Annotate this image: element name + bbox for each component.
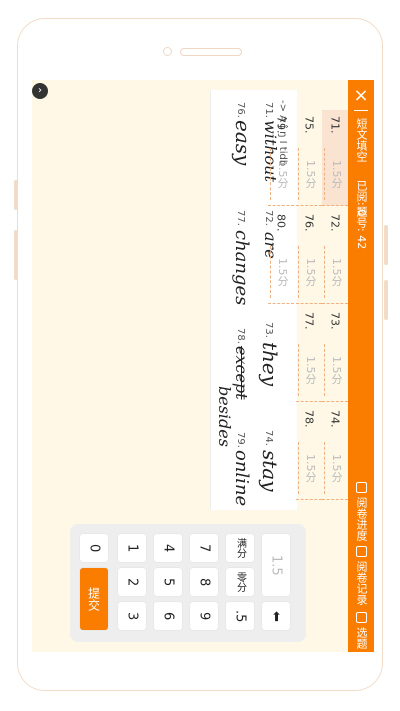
grid-cell-75[interactable]: 75. 1.5分 [296,110,322,206]
answer-73: they [258,342,282,387]
grid-cell-number: 75. [302,116,316,134]
key-9[interactable]: 9 [190,602,218,630]
progress-icon [355,482,367,493]
records-icon [355,546,367,557]
choose-label: 选题 [355,627,368,649]
answer-78-struck: except [232,346,251,400]
app-screen: › -> A ĵ ŋ I tidb 71. without 72. are 73… [32,80,374,652]
score-display: 1.5 [262,534,290,596]
grid-cell-number: 79. [274,116,288,134]
grid-cell-76[interactable]: 76. 1.5分 [296,208,322,304]
label-78: 78. [235,328,246,344]
camera-icon [163,47,172,56]
answer-79: online [231,450,252,507]
grid-cell-number: 72. [328,214,342,232]
submit-button[interactable]: 提交 [80,568,108,630]
grid-cell-78[interactable]: 78. 1.5分 [296,404,322,500]
score-keypad: 提交 0 1 2 3 4 5 6 7 8 9 满分 零分 .5 1.5 ⬅ [70,524,306,642]
zero-score-button[interactable]: 零分 [226,568,254,596]
key-7[interactable]: 7 [190,534,218,562]
volume-button [14,180,18,210]
grid-cell-80[interactable]: 80. 1.5分 [268,208,294,304]
grid-cell-score: 1.5分 [324,442,347,494]
page-title: 短文填空 [355,118,368,162]
key-0[interactable]: 0 [80,534,108,562]
grid-cell-score: 1.5分 [298,246,321,298]
grid-cell-73[interactable]: 73. 1.5分 [322,306,348,402]
score-grid-col3: 79. 1.5分 80. 1.5分 [268,110,296,310]
header-bar: × 短文填空 已阅: 0 题号: 42 阅卷进度 阅卷记录 选题 [348,80,374,652]
key-6[interactable]: 6 [154,602,182,630]
grid-cell-score: 1.5分 [324,246,347,298]
grid-cell-number: 80. [274,214,288,232]
progress-label: 阅卷进度 [355,497,368,541]
grid-cell-number: 76. [302,214,316,232]
backspace-button[interactable]: ⬅ [262,602,290,630]
label-73: 73. [263,322,274,338]
close-icon[interactable]: × [348,86,374,106]
grid-cell-number: 77. [302,312,316,330]
score-grid: 71. 1.5分 72. 1.5分 73. 1.5分 74. 1.5分 75. … [296,110,348,500]
grid-cell-74[interactable]: 74. 1.5分 [322,404,348,500]
answer-77: changes [231,230,252,306]
question-number: 题号: 42 [355,206,368,250]
key-5[interactable]: 5 [154,568,182,596]
grid-cell-72[interactable]: 72. 1.5分 [322,208,348,304]
answer-76: easy [231,120,255,166]
header-divider [354,110,368,111]
key-3[interactable]: 3 [118,602,146,630]
choose-icon [355,612,367,623]
collapse-toggle-icon[interactable]: › [32,83,48,99]
grid-cell-number: 74. [328,410,342,428]
label-76: 76. [235,102,246,118]
grid-cell-score: 1.5分 [324,344,347,396]
side-button [384,280,388,320]
power-button [384,225,388,265]
grid-cell-score: 1.5分 [324,148,347,200]
speaker-grille [180,48,242,56]
grid-cell-score: 1.5分 [270,246,293,298]
key-8[interactable]: 8 [190,568,218,596]
grid-cell-score: 1.5分 [298,442,321,494]
label-77: 77. [235,210,246,226]
full-score-button[interactable]: 满分 [226,534,254,562]
label-74: 74. [263,430,274,446]
label-79: 79. [235,432,246,448]
grid-cell-number: 73. [328,312,342,330]
grid-cell-score: 1.5分 [270,148,293,200]
answer-78: besides [215,386,234,447]
key-half[interactable]: .5 [226,602,254,630]
grid-cell-79[interactable]: 79. 1.5分 [268,110,294,206]
records-label: 阅卷记录 [355,561,368,605]
answer-74: stay [258,450,282,492]
key-1[interactable]: 1 [118,534,146,562]
volume-button-2 [14,230,18,280]
progress-button[interactable]: 阅卷进度 [348,482,374,546]
key-4[interactable]: 4 [154,534,182,562]
key-2[interactable]: 2 [118,568,146,596]
grid-cell-score: 1.5分 [298,148,321,200]
grid-cell-number: 78. [302,410,316,428]
grid-cell-77[interactable]: 77. 1.5分 [296,306,322,402]
choose-question-button[interactable]: 选题 [348,612,374,652]
grid-cell-71[interactable]: 71. 1.5分 [322,110,348,206]
grid-cell-number: 71. [328,116,342,134]
grid-cell-score: 1.5分 [298,344,321,396]
records-button[interactable]: 阅卷记录 [348,546,374,612]
